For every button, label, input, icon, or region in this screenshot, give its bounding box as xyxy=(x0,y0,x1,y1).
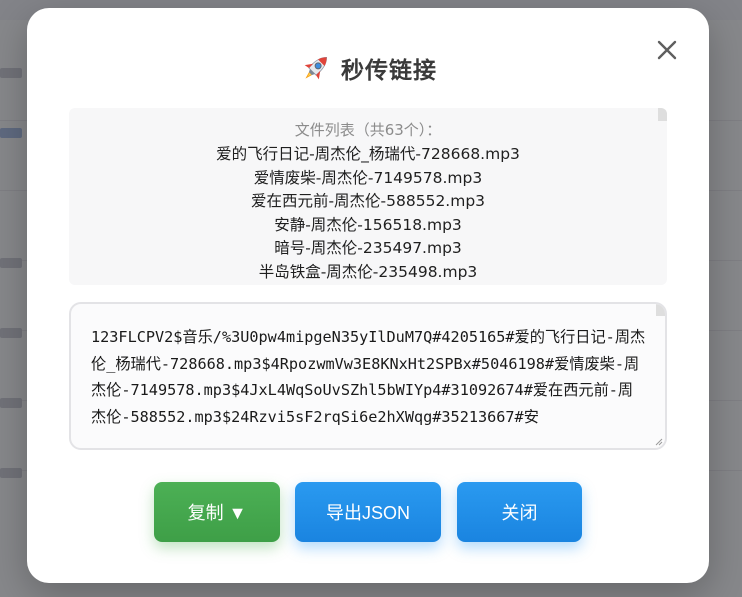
share-link-text[interactable]: 123FLCPV2$音乐/%3U0pw4mipgeN35yIlDuM7Q#420… xyxy=(71,304,665,430)
file-list-panel[interactable]: 文件列表（共63个）： 爱的飞行日记-周杰伦_杨瑞代-728668.mp3 爱情… xyxy=(69,108,667,285)
dialog-title: 秒传链接 xyxy=(341,58,437,84)
file-list-scrollbar[interactable] xyxy=(658,108,667,121)
close-button[interactable]: 关闭 xyxy=(457,482,582,542)
share-link-textarea[interactable]: 123FLCPV2$音乐/%3U0pw4mipgeN35yIlDuM7Q#420… xyxy=(69,302,667,450)
file-list-header: 文件列表（共63个）： xyxy=(294,121,442,139)
list-item: 爱在西元前-周杰伦-588552.mp3 xyxy=(250,192,486,210)
export-json-button[interactable]: 导出JSON xyxy=(295,482,441,542)
list-item: 安静-周杰伦-156518.mp3 xyxy=(274,215,462,234)
copy-dropdown-button[interactable]: 复制 ▼ xyxy=(154,482,280,542)
textarea-scrollbar[interactable] xyxy=(656,304,665,316)
list-item: 半岛铁盒-周杰伦-235498.mp3 xyxy=(258,262,478,281)
resize-handle-icon[interactable] xyxy=(653,436,663,446)
share-link-dialog: 秒传链接 文件列表（共63个）： 爱的飞行日记-周杰伦_杨瑞代-728668.m… xyxy=(27,8,709,583)
list-item: 爱的飞行日记-周杰伦_杨瑞代-728668.mp3 xyxy=(216,145,520,163)
rocket-icon xyxy=(304,56,328,80)
list-item: 暗号-周杰伦-235497.mp3 xyxy=(274,239,462,257)
list-item: 爱情废柴-周杰伦-7149578.mp3 xyxy=(253,168,483,187)
dialog-header: 秒传链接 xyxy=(27,48,709,88)
